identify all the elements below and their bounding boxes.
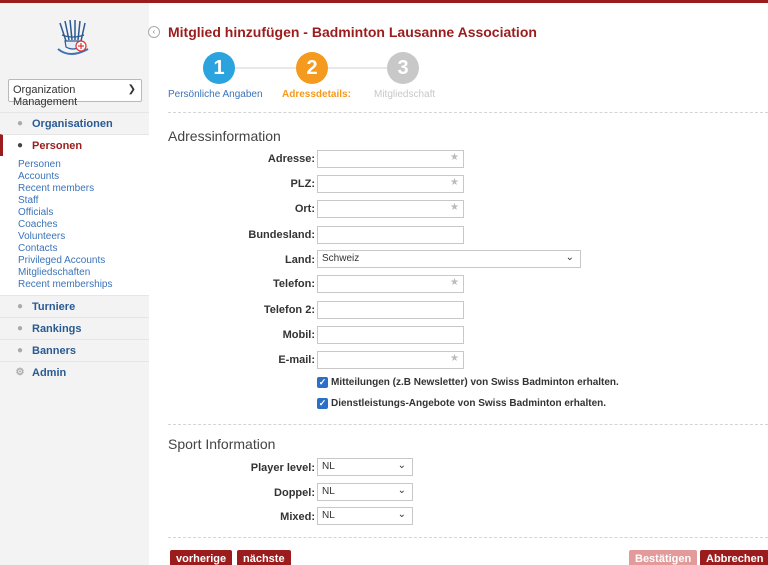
submenu-item-officials[interactable]: Officials bbox=[18, 207, 149, 219]
required-star-icon: ★ bbox=[450, 353, 459, 364]
submenu-item-recent-members[interactable]: Recent members bbox=[18, 183, 149, 195]
player-level-value: NL bbox=[322, 461, 335, 472]
chevron-down-icon: ⌄ bbox=[397, 460, 406, 471]
email-label: E-mail: bbox=[278, 354, 315, 366]
doppel-label: Doppel: bbox=[274, 487, 315, 499]
step-2-label[interactable]: Adressdetails: bbox=[282, 89, 351, 100]
land-label: Land: bbox=[285, 254, 315, 266]
sidebar-nav: ● Organisationen ● Personen Personen Acc… bbox=[0, 112, 149, 383]
submenu-item-contacts[interactable]: Contacts bbox=[18, 243, 149, 255]
person-icon: ● bbox=[16, 139, 24, 151]
submenu-item-privileged-accounts[interactable]: Privileged Accounts bbox=[18, 255, 149, 267]
sidebar-item-organisationen[interactable]: ● Organisationen bbox=[0, 112, 149, 134]
organization-select[interactable]: Organization Management ❯ bbox=[8, 79, 142, 108]
required-star-icon: ★ bbox=[450, 202, 459, 213]
previous-button[interactable]: vorherige bbox=[170, 550, 233, 565]
bundesland-input[interactable] bbox=[317, 226, 464, 244]
step-3-circle[interactable]: 3 bbox=[387, 52, 419, 84]
newsletter-checkbox-label: Mitteilungen (z.B Newsletter) von Swiss … bbox=[331, 377, 619, 388]
sidebar-item-admin[interactable]: ⚙ Admin bbox=[0, 361, 149, 383]
sidebar-item-turniere[interactable]: ● Turniere bbox=[0, 295, 149, 317]
step-2-circle[interactable]: 2 bbox=[296, 52, 328, 84]
confirm-button[interactable]: Bestätigen bbox=[629, 550, 698, 565]
chevron-down-icon: ⌄ bbox=[397, 509, 406, 520]
mixed-value: NL bbox=[322, 510, 335, 521]
club-logo bbox=[50, 17, 96, 63]
email-input[interactable]: ★ bbox=[317, 351, 464, 369]
submenu-item-recent-memberships[interactable]: Recent memberships bbox=[18, 279, 149, 291]
sidebar-item-label: Personen bbox=[32, 139, 83, 152]
telefon2-input[interactable] bbox=[317, 301, 464, 319]
doppel-select[interactable]: NL ⌄ bbox=[317, 483, 413, 501]
player-level-label: Player level: bbox=[250, 462, 315, 474]
ranking-icon: ● bbox=[16, 322, 24, 334]
checkmark-icon[interactable]: ✓ bbox=[317, 377, 328, 388]
services-checkbox[interactable]: ✓ Dienstleistungs-Angebote von Swiss Bad… bbox=[317, 398, 606, 409]
submenu-item-accounts[interactable]: Accounts bbox=[18, 171, 149, 183]
chevron-down-icon: ⌄ bbox=[397, 485, 406, 496]
telefon2-label: Telefon 2: bbox=[263, 304, 315, 316]
collapse-sidebar-button[interactable]: ‹ bbox=[148, 26, 160, 38]
required-star-icon: ★ bbox=[450, 277, 459, 288]
checkmark-icon[interactable]: ✓ bbox=[317, 398, 328, 409]
mixed-select[interactable]: NL ⌄ bbox=[317, 507, 413, 525]
sidebar-item-label: Banners bbox=[32, 344, 77, 357]
divider bbox=[168, 537, 768, 538]
plz-input[interactable]: ★ bbox=[317, 175, 464, 193]
sidebar-item-personen[interactable]: ● Personen bbox=[0, 134, 149, 156]
banner-icon: ● bbox=[16, 344, 24, 356]
ort-label: Ort: bbox=[294, 203, 315, 215]
land-value: Schweiz bbox=[322, 253, 360, 264]
step-1-circle[interactable]: 1 bbox=[203, 52, 235, 84]
sidebar-item-label: Rankings bbox=[32, 322, 82, 335]
services-checkbox-label: Dienstleistungs-Angebote von Swiss Badmi… bbox=[331, 398, 607, 409]
step-3-label: Mitgliedschaft bbox=[374, 89, 436, 100]
shield-icon: ● bbox=[16, 300, 24, 312]
divider bbox=[168, 424, 768, 425]
submenu-item-volunteers[interactable]: Volunteers bbox=[18, 231, 149, 243]
adresse-label: Adresse: bbox=[267, 153, 315, 165]
mobil-input[interactable] bbox=[317, 326, 464, 344]
sidebar: Organization Management ❯ ● Organisation… bbox=[0, 3, 149, 565]
section-title-address: Adressinformation bbox=[168, 128, 281, 144]
sidebar-item-label: Admin bbox=[32, 366, 67, 379]
page-title: Mitglied hinzufügen - Badminton Lausanne… bbox=[168, 24, 537, 40]
submenu-item-personen[interactable]: Personen bbox=[18, 159, 149, 171]
step-1-label[interactable]: Persönliche Angaben bbox=[168, 89, 263, 100]
sidebar-item-label: Turniere bbox=[32, 300, 76, 313]
submenu-item-coaches[interactable]: Coaches bbox=[18, 219, 149, 231]
adresse-input[interactable]: ★ bbox=[317, 150, 464, 168]
sidebar-item-label: Organisationen bbox=[32, 117, 113, 130]
sidebar-item-banners[interactable]: ● Banners bbox=[0, 339, 149, 361]
sidebar-item-rankings[interactable]: ● Rankings bbox=[0, 317, 149, 339]
land-select[interactable]: Schweiz ⌄ bbox=[317, 250, 581, 268]
plz-label: PLZ: bbox=[290, 178, 315, 190]
submenu-item-staff[interactable]: Staff bbox=[18, 195, 149, 207]
chevron-down-icon: ⌄ bbox=[565, 252, 574, 263]
telefon-label: Telefon: bbox=[273, 278, 315, 290]
gear-icon: ⚙ bbox=[15, 366, 25, 378]
required-star-icon: ★ bbox=[450, 152, 459, 163]
required-star-icon: ★ bbox=[450, 177, 459, 188]
organization-select-value: Organization Management bbox=[13, 84, 78, 108]
cancel-button[interactable]: Abbrechen bbox=[700, 550, 768, 565]
personen-submenu: Personen Accounts Recent members Staff O… bbox=[0, 156, 149, 295]
ort-input[interactable]: ★ bbox=[317, 200, 464, 218]
submenu-item-mitgliedschaften[interactable]: Mitgliedschaften bbox=[18, 267, 149, 279]
people-icon: ● bbox=[16, 117, 24, 129]
telefon-input[interactable]: ★ bbox=[317, 275, 464, 293]
mobil-label: Mobil: bbox=[282, 329, 315, 341]
bundesland-label: Bundesland: bbox=[248, 229, 315, 241]
mixed-label: Mixed: bbox=[280, 511, 315, 523]
chevron-down-icon: ❯ bbox=[127, 84, 136, 95]
newsletter-checkbox[interactable]: ✓ Mitteilungen (z.B Newsletter) von Swis… bbox=[317, 377, 619, 388]
section-title-sport: Sport Information bbox=[168, 436, 276, 452]
player-level-select[interactable]: NL ⌄ bbox=[317, 458, 413, 476]
divider bbox=[168, 112, 768, 113]
doppel-value: NL bbox=[322, 486, 335, 497]
next-button[interactable]: nächste bbox=[237, 550, 291, 565]
